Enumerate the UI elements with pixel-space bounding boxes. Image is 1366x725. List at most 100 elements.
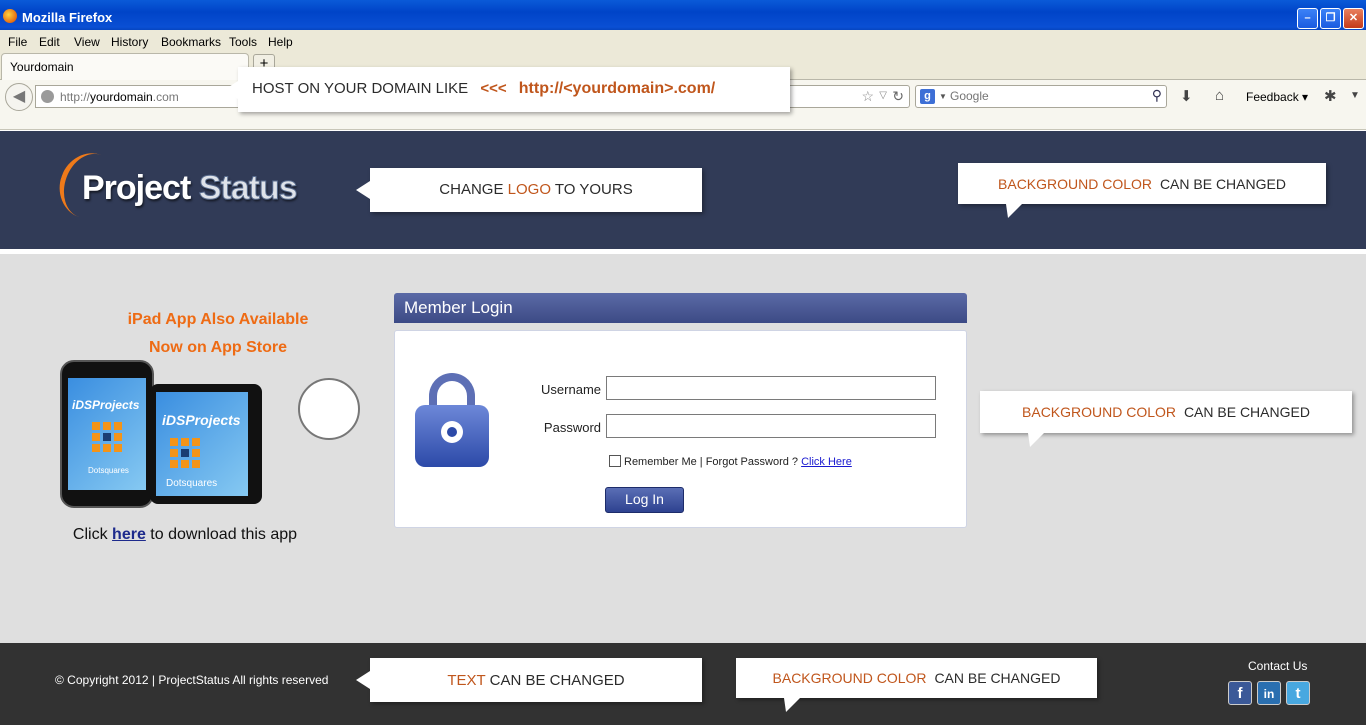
logo-word-project: Project (82, 169, 191, 207)
window-titlebar: Mozilla Firefox – ❐ ✕ (0, 0, 1366, 30)
download-pre: Click (72, 526, 108, 543)
callout-logo: CHANGE LOGO TO YOURS (356, 168, 702, 212)
logo-word-status: Status (198, 169, 298, 208)
maximize-button[interactable]: ❐ (1320, 8, 1341, 29)
remember-me-checkbox[interactable] (609, 455, 621, 467)
url-suffix: .com (152, 90, 179, 104)
callout-header-bg-highlight: BACKGROUND COLOR (998, 176, 1153, 192)
twitter-icon[interactable]: t (1286, 681, 1310, 705)
search-input[interactable] (950, 89, 1140, 103)
callout-header-bg-text: BACKGROUND COLOR CAN BE CHANGED (958, 176, 1326, 192)
copyright-text: © Copyright 2012 | ProjectStatus All rig… (55, 673, 329, 687)
globe-icon (41, 90, 54, 103)
firefox-icon (3, 9, 17, 23)
site-footer: © Copyright 2012 | ProjectStatus All rig… (0, 643, 1366, 725)
callout-domain: HOST ON YOUR DOMAIN LIKE <<< http://<you… (224, 67, 790, 112)
url-text: http://yourdomain.com (60, 90, 179, 104)
search-bar[interactable]: g ▼ ⚲ (915, 85, 1167, 108)
username-label: Username (541, 382, 601, 397)
iphone-label-main: DSProjects (75, 398, 140, 412)
feedback-label: Feedback (1246, 90, 1299, 104)
password-input[interactable] (606, 414, 936, 438)
download-here-link[interactable]: here (112, 526, 146, 543)
callout-footer-text: TEXT CAN BE CHANGED (356, 658, 702, 702)
ipad-image: iDSProjects Dotsquares (150, 384, 262, 504)
callout-domain-text-wrap: HOST ON YOUR DOMAIN LIKE <<< http://<you… (252, 80, 715, 98)
url-prefix: http:// (60, 90, 91, 104)
menu-dropdown-icon[interactable]: ▼ (1350, 90, 1360, 101)
padlock-icon (415, 373, 491, 473)
ipad-brand: Dotsquares (166, 478, 218, 489)
callout-header-bg-post: CAN BE CHANGED (1159, 176, 1286, 192)
menu-view[interactable]: View (74, 35, 100, 49)
callout-footer-bg-text: BACKGROUND COLOR CAN BE CHANGED (736, 670, 1097, 686)
google-icon[interactable]: g (920, 89, 935, 104)
url-dropdown-icon[interactable]: ▽ (879, 90, 887, 101)
username-input[interactable] (606, 376, 936, 400)
remember-row: Remember Me | Forgot Password ? Click He… (609, 455, 852, 468)
remember-label: Remember Me | Forgot Password ? (624, 456, 799, 468)
site-header: Project Status CHANGE LOGO TO YOURS BACK… (0, 131, 1366, 249)
callout-main-bg-text: BACKGROUND COLOR CAN BE CHANGED (980, 404, 1352, 420)
bookmark-star-icon[interactable]: ☆ (861, 88, 874, 105)
app-promo-line2: Now on App Store (148, 339, 288, 356)
linkedin-icon[interactable]: in (1257, 681, 1281, 705)
facebook-icon[interactable]: f (1228, 681, 1252, 705)
menu-tools[interactable]: Tools (229, 35, 257, 49)
feedback-button[interactable]: Feedback ▾ (1246, 90, 1308, 104)
main-content: iPad App Also Available Now on App Store… (0, 254, 1366, 643)
callout-logo-text: CHANGE LOGO TO YOURS (370, 181, 702, 198)
ipad-app-label: iDSProjects (162, 412, 241, 428)
callout-logo-post: TO YOURS (554, 181, 633, 198)
back-arrow-icon: ◀ (12, 88, 26, 105)
search-icon[interactable]: ⚲ (1152, 87, 1162, 104)
callout-footer-text-highlight: TEXT (447, 672, 486, 689)
download-app-text: Click here to download this app (60, 526, 310, 544)
login-panel: Username Password Remember Me | Forgot P… (394, 330, 967, 528)
iphone-image: iDSProjects Dotsquares (60, 360, 154, 508)
forgot-password-link[interactable]: Click Here (801, 456, 852, 468)
menu-history[interactable]: History (111, 35, 148, 49)
callout-footer-text-wrap: TEXT CAN BE CHANGED (370, 672, 702, 689)
callout-footer-bg-highlight: BACKGROUND COLOR (772, 670, 927, 686)
iphone-brand: Dotsquares (88, 466, 129, 475)
project-status-logo[interactable]: Project Status (50, 144, 340, 228)
window-title: Mozilla Firefox (22, 10, 113, 25)
callout-footer-text-post: CAN BE CHANGED (489, 672, 625, 689)
callout-domain-arrows: <<< (480, 80, 507, 97)
callout-main-bg-post: CAN BE CHANGED (1183, 404, 1310, 420)
back-button[interactable]: ◀ (5, 83, 33, 111)
apple-icon[interactable] (298, 378, 360, 440)
callout-main-bg-highlight: BACKGROUND COLOR (1022, 404, 1177, 420)
url-domain: yourdomain (90, 90, 153, 104)
menu-edit[interactable]: Edit (39, 35, 60, 49)
reload-icon[interactable]: ↻ (892, 88, 904, 105)
callout-domain-text: HOST ON YOUR DOMAIN LIKE (252, 80, 469, 97)
addon-icon[interactable]: ✱ (1324, 87, 1337, 105)
search-engine-dropdown-icon[interactable]: ▼ (939, 92, 947, 101)
callout-footer-bg-post: CAN BE CHANGED (934, 670, 1061, 686)
close-button[interactable]: ✕ (1343, 8, 1364, 29)
callout-header-bg: BACKGROUND COLOR CAN BE CHANGED (958, 163, 1326, 218)
callout-logo-pre: CHANGE (439, 181, 504, 198)
contact-us-link[interactable]: Contact Us (1248, 659, 1307, 673)
iphone-app-label: iDSProjects (72, 398, 139, 412)
ipad-label-main: DSProjects (165, 412, 241, 428)
iphone-screen: iDSProjects Dotsquares (68, 378, 146, 490)
menu-help[interactable]: Help (268, 35, 293, 49)
download-icon[interactable]: ⬇ (1180, 87, 1193, 105)
home-icon[interactable]: ⌂ (1215, 87, 1224, 104)
callout-footer-bg: BACKGROUND COLOR CAN BE CHANGED (736, 658, 1097, 712)
tab-title: Yourdomain (10, 60, 74, 74)
minimize-button[interactable]: – (1297, 8, 1318, 29)
callout-main-bg: BACKGROUND COLOR CAN BE CHANGED (980, 391, 1352, 447)
ipad-screen: iDSProjects Dotsquares (156, 392, 248, 496)
download-post: to download this app (150, 526, 298, 543)
menu-file[interactable]: File (8, 35, 27, 49)
logo-text: Project Status (82, 169, 298, 208)
iphone-logo-grid (92, 422, 122, 452)
menu-bookmarks[interactable]: Bookmarks (161, 35, 221, 49)
login-button[interactable]: Log In (605, 487, 684, 513)
password-label: Password (543, 420, 601, 435)
tab-yourdomain[interactable]: Yourdomain (1, 53, 249, 81)
